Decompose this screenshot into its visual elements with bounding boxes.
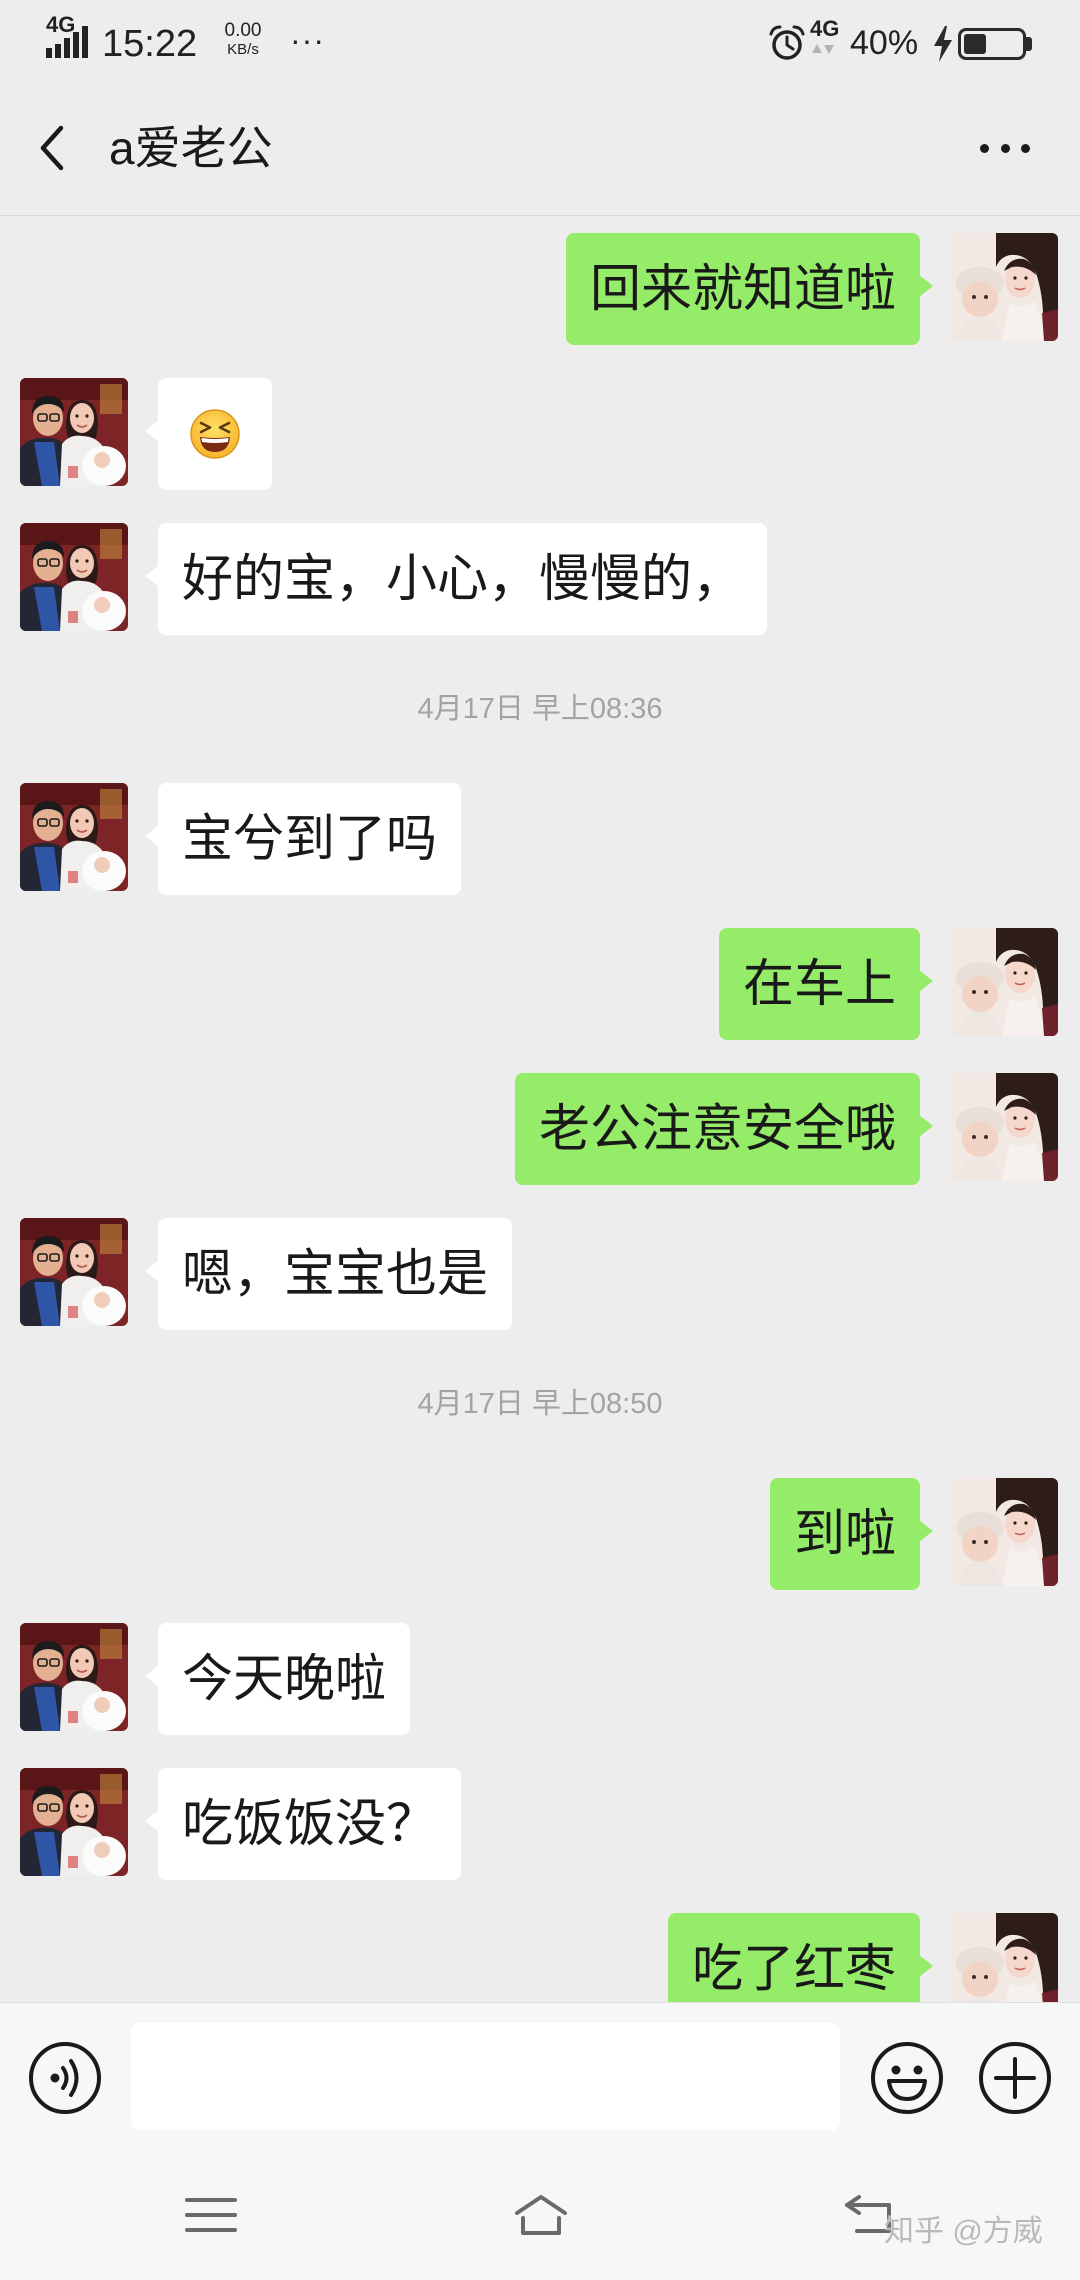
- network-speed-unit: KB/s: [227, 41, 259, 58]
- message-bubble-sent[interactable]: 回来就知道啦: [565, 233, 934, 345]
- message-row-received: 今天晚啦: [0, 1623, 1080, 1735]
- message-bubble-sent[interactable]: 到啦: [769, 1478, 934, 1590]
- message-row-received: 好的宝，小心，慢慢的，: [0, 523, 1080, 635]
- avatar-image: [950, 928, 1058, 1036]
- more-horizontal-icon: [1000, 143, 1010, 153]
- message-row-received: 宝兮到了吗: [0, 783, 1080, 895]
- chat-header: a爱老公: [0, 87, 1080, 216]
- message-row-sent: 吃了红枣: [0, 1913, 1080, 2002]
- battery-percent: 40%: [850, 24, 919, 62]
- battery-fill: [964, 34, 987, 54]
- avatar-image: [950, 1913, 1058, 2002]
- message-row-sent: 到啦: [0, 1478, 1080, 1590]
- message-row-received: 嗯，宝宝也是: [0, 1218, 1080, 1330]
- message-bubble-sent[interactable]: 吃了红枣: [667, 1913, 934, 2002]
- message-list[interactable]: 回来就知道啦 好的宝，小心，慢慢的， 4月17日 早上08:36 宝兮到了吗 在…: [0, 216, 1080, 2002]
- back-button[interactable]: [30, 121, 74, 175]
- voice-input-button[interactable]: [28, 2041, 102, 2115]
- my-avatar[interactable]: [950, 1073, 1058, 1181]
- avatar-image: [20, 1768, 128, 1876]
- message-text: 回来就知道啦: [589, 260, 896, 317]
- battery-icon: [958, 28, 1026, 60]
- network-speed-value: 0.00: [224, 20, 262, 41]
- alarm-clock-icon: [769, 25, 805, 60]
- more-horizontal-icon: [1021, 143, 1030, 153]
- contact-avatar[interactable]: [20, 523, 128, 631]
- message-text: 宝兮到了吗: [182, 810, 438, 867]
- contact-avatar[interactable]: [20, 1768, 128, 1876]
- avatar-image: [950, 233, 1058, 341]
- more-functions-button[interactable]: [978, 2041, 1052, 2115]
- message-row-received: [0, 378, 1080, 490]
- message-bubble-received[interactable]: 嗯，宝宝也是: [144, 1218, 513, 1330]
- message-row-sent: 回来就知道啦: [0, 233, 1080, 345]
- voice-input-icon: [29, 2042, 101, 2114]
- message-text: 好的宝，小心，慢慢的，: [182, 550, 744, 607]
- avatar-image: [950, 1073, 1058, 1181]
- input-bar: [0, 2002, 1080, 2148]
- message-bubble-received[interactable]: 宝兮到了吗: [144, 783, 462, 895]
- contact-avatar[interactable]: [20, 783, 128, 891]
- lightning-bolt-icon: [934, 26, 952, 62]
- network-speed: 0.00 KB/s: [218, 20, 268, 59]
- message-row-received: 吃饭饭没？: [0, 1768, 1080, 1880]
- message-text: 今天晚啦: [182, 1650, 387, 1707]
- grinning-squinting-face-icon: [190, 409, 240, 459]
- message-timestamp: 4月17日 早上08:50: [417, 1388, 663, 1420]
- more-button[interactable]: [976, 133, 1034, 163]
- message-row-sent: 老公注意安全哦: [0, 1073, 1080, 1185]
- chevron-left-icon: [40, 125, 64, 171]
- message-row-sent: 在车上: [0, 928, 1080, 1040]
- menu-icon: [185, 2198, 237, 2232]
- home-button[interactable]: [511, 2192, 571, 2238]
- plus-circle-icon: [979, 2042, 1051, 2114]
- my-avatar[interactable]: [950, 1478, 1058, 1586]
- message-text: 吃了红枣: [691, 1940, 896, 1997]
- my-avatar[interactable]: [950, 928, 1058, 1036]
- home-icon: [515, 2195, 567, 2235]
- more-horizontal-icon: [980, 143, 989, 153]
- contact-avatar[interactable]: [20, 1218, 128, 1326]
- message-bubble-received[interactable]: 今天晚啦: [144, 1623, 411, 1735]
- message-text: 嗯，宝宝也是: [182, 1245, 489, 1302]
- message-input[interactable]: [131, 2023, 840, 2130]
- battery-cap: [1026, 37, 1032, 51]
- chat-title: a爱老公: [109, 122, 273, 174]
- message-bubble-sent[interactable]: 在车上: [718, 928, 934, 1040]
- signal-strength-icon: [46, 26, 88, 58]
- smiley-icon: [871, 2042, 943, 2114]
- status-time: 15:22: [102, 23, 198, 65]
- watermark: 知乎 @方威: [884, 2215, 1043, 2248]
- avatar-image: [20, 523, 128, 631]
- message-text: 在车上: [742, 955, 896, 1012]
- contact-avatar[interactable]: [20, 1623, 128, 1731]
- recent-apps-button[interactable]: [181, 2192, 241, 2238]
- system-navigation-bar: 知乎 @方威: [0, 2148, 1080, 2280]
- message-bubble-received[interactable]: 好的宝，小心，慢慢的，: [144, 523, 768, 635]
- my-avatar[interactable]: [950, 233, 1058, 341]
- status-bar: 4G 15:22 0.00 KB/s ··· 4G 40%: [0, 0, 1080, 87]
- avatar-image: [20, 378, 128, 486]
- message-text: 吃饭饭没？: [182, 1795, 438, 1852]
- my-avatar[interactable]: [950, 1913, 1058, 2002]
- notification-overflow: ···: [290, 22, 325, 58]
- emoji-button[interactable]: [870, 2041, 944, 2115]
- contact-avatar[interactable]: [20, 378, 128, 486]
- avatar-image: [950, 1478, 1058, 1586]
- data-activity-icon: [812, 44, 834, 54]
- avatar-image: [20, 1218, 128, 1326]
- avatar-image: [20, 1623, 128, 1731]
- message-timestamp: 4月17日 早上08:36: [417, 693, 663, 725]
- message-bubble-received[interactable]: [145, 378, 272, 490]
- network-type-right: 4G: [810, 16, 840, 41]
- avatar-image: [20, 783, 128, 891]
- message-text: 老公注意安全哦: [538, 1100, 896, 1157]
- message-bubble-received[interactable]: 吃饭饭没？: [144, 1768, 462, 1880]
- message-bubble-sent[interactable]: 老公注意安全哦: [514, 1073, 934, 1185]
- message-text: 到啦: [793, 1505, 896, 1562]
